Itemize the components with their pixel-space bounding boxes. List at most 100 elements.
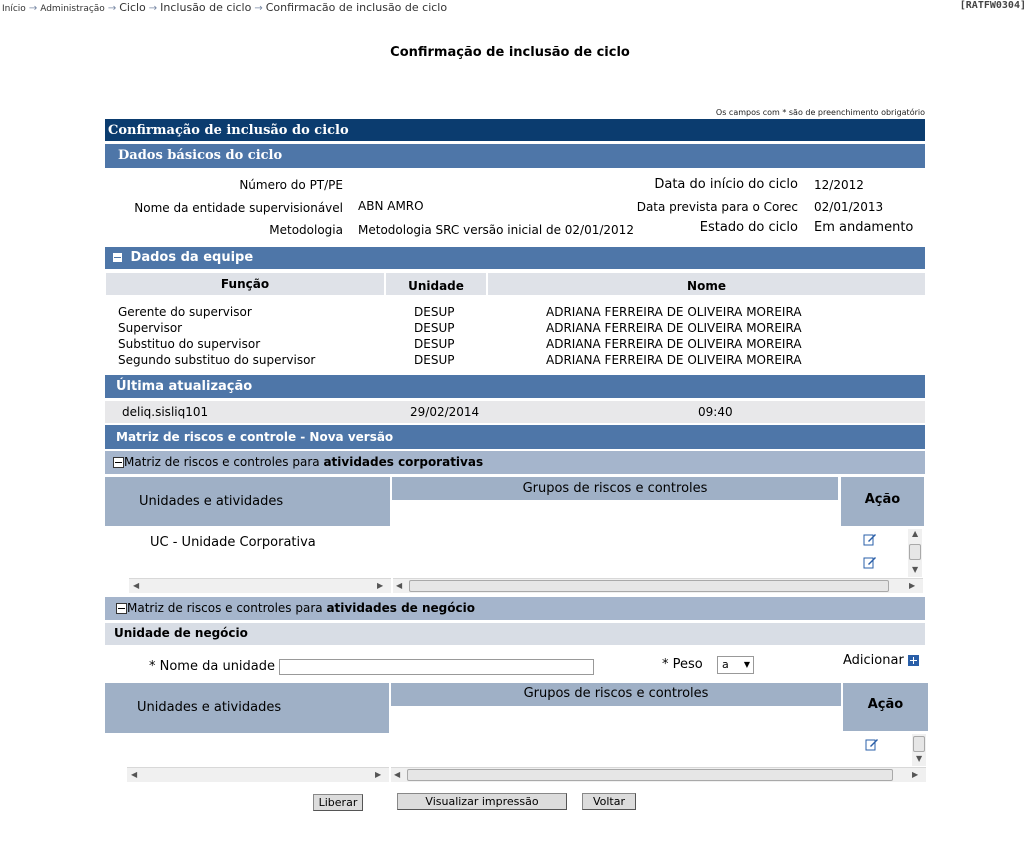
liberar-button[interactable]: Liberar	[313, 794, 363, 811]
team-nome: ADRIANA FERREIRA DE OLIVEIRA MOREIRA	[546, 353, 802, 367]
corp-title-prefix: Matriz de riscos e controles para	[124, 455, 324, 469]
numero-label: Número do PT/PE	[239, 178, 343, 192]
table-row: Gerente do supervisor DESUP ADRIANA FERR…	[118, 304, 918, 320]
unit-name-input[interactable]	[279, 659, 594, 675]
arrow-right-icon: →	[254, 3, 263, 14]
update-date: 29/02/2014	[410, 405, 480, 419]
team-header[interactable]: Dados da equipe	[105, 247, 925, 269]
update-header: Última atualização	[105, 375, 925, 398]
business-unit-title: Unidade de negócio	[114, 626, 248, 640]
business-title-bold: atividades de negócio	[326, 601, 475, 615]
team-funcao: Substituo do supervisor	[118, 337, 261, 351]
team-table-body: Gerente do supervisor DESUP ADRIANA FERR…	[118, 304, 918, 368]
corp-units-hscroll[interactable]: ◀ ▶	[129, 578, 391, 593]
corp-title-bold: atividades corporativas	[323, 455, 484, 469]
add-label: Adicionar	[843, 653, 904, 668]
business-title-prefix: Matriz de riscos e controles para	[127, 601, 327, 615]
metodologia-label: Metodologia	[269, 223, 343, 237]
collapse-icon[interactable]	[113, 253, 122, 262]
scroll-right-icon[interactable]: ▶	[375, 770, 381, 779]
team-funcao: Supervisor	[118, 321, 183, 335]
scroll-left-icon[interactable]: ◀	[133, 581, 139, 590]
matrix-title: Matriz de riscos e controle - Nova versã…	[116, 430, 394, 444]
team-nome: ADRIANA FERREIRA DE OLIVEIRA MOREIRA	[546, 337, 802, 351]
arrow-right-icon: →	[28, 3, 38, 14]
scroll-right-icon[interactable]: ▶	[912, 770, 918, 779]
collapse-icon[interactable]	[113, 457, 124, 468]
edit-icon[interactable]	[863, 555, 877, 569]
scroll-left-icon[interactable]: ◀	[396, 581, 402, 590]
update-user: deliq.sisliq101	[122, 405, 209, 419]
business-col-groups: Grupos de riscos e controles	[391, 683, 841, 706]
visualizar-impressao-button[interactable]: Visualizar impressão	[397, 793, 567, 810]
plus-icon[interactable]	[907, 655, 919, 666]
required-note: Os campos com * são de preenchimento obr…	[715, 108, 925, 117]
scroll-right-icon[interactable]: ▶	[377, 581, 383, 590]
breadcrumb-item-ciclo[interactable]: Ciclo	[119, 1, 146, 14]
team-unidade: DESUP	[414, 353, 455, 367]
scroll-thumb[interactable]	[407, 769, 893, 781]
corp-vertical-scrollbar[interactable]: ▲ ▼	[908, 529, 922, 577]
breadcrumb-item-inicio[interactable]: Início	[2, 4, 26, 14]
update-row: deliq.sisliq101 29/02/2014 09:40	[105, 401, 925, 423]
table-row: Segundo substituo do supervisor DESUP AD…	[118, 352, 918, 368]
breadcrumb-item-administracao[interactable]: Administração	[40, 4, 105, 14]
section-confirm-title: Confirmação de inclusão do ciclo	[108, 123, 349, 138]
entidade-value: ABN AMRO	[358, 199, 424, 213]
basic-data-title: Dados básicos do ciclo	[118, 148, 283, 163]
edit-icon[interactable]	[865, 737, 879, 751]
table-row: Supervisor DESUP ADRIANA FERREIRA DE OLI…	[118, 320, 918, 336]
team-title: Dados da equipe	[130, 250, 254, 265]
collapse-icon[interactable]	[116, 603, 127, 614]
unit-name-label: * Nome da unidade	[149, 659, 276, 674]
update-title: Última atualização	[116, 379, 253, 394]
edit-icon[interactable]	[863, 532, 877, 546]
corp-groups-hscroll[interactable]: ◀ ▶	[393, 578, 923, 593]
business-col-action: Ação	[843, 683, 928, 731]
corp-row-label: UC - Unidade Corporativa	[150, 535, 316, 550]
section-confirm-header: Confirmação de inclusão do ciclo	[105, 119, 925, 141]
business-vertical-scrollbar[interactable]: ▼	[912, 734, 926, 766]
matrix-header: Matriz de riscos e controle - Nova versã…	[105, 425, 925, 449]
team-funcao: Segundo substituo do supervisor	[118, 353, 316, 367]
scroll-right-icon[interactable]: ▶	[909, 581, 915, 590]
voltar-button[interactable]: Voltar	[582, 793, 636, 810]
team-unidade: DESUP	[414, 337, 455, 351]
corp-header[interactable]: Matriz de riscos e controles para ativid…	[105, 451, 925, 474]
inicio-label: Data do início do ciclo	[654, 177, 798, 192]
inicio-value: 12/2012	[814, 178, 864, 192]
business-units-hscroll[interactable]: ◀ ▶	[127, 767, 389, 782]
scroll-thumb[interactable]	[909, 544, 921, 560]
scroll-left-icon[interactable]: ◀	[394, 770, 400, 779]
business-header[interactable]: Matriz de riscos e controles para ativid…	[105, 597, 925, 620]
team-col-nome: Nome	[488, 273, 925, 295]
scroll-down-icon[interactable]: ▼	[912, 565, 918, 574]
team-unidade: DESUP	[414, 305, 455, 319]
corp-col-action: Ação	[841, 477, 924, 526]
team-funcao: Gerente do supervisor	[118, 305, 252, 319]
business-groups-hscroll[interactable]: ◀ ▶	[391, 767, 926, 782]
weight-label: * Peso	[662, 657, 703, 672]
corec-label: Data prevista para o Corec	[636, 200, 798, 214]
estado-label: Estado do ciclo	[699, 220, 798, 235]
scroll-up-icon[interactable]: ▲	[912, 529, 918, 538]
scroll-down-icon[interactable]: ▼	[916, 754, 922, 763]
breadcrumb: Início → Administração → Ciclo → Inclusão de c…	[2, 1, 447, 14]
update-time: 09:40	[698, 405, 733, 419]
weight-select[interactable]: a ▼	[717, 656, 754, 674]
screen-id: [RATFW0304]	[959, 0, 1026, 11]
scroll-thumb[interactable]	[913, 736, 925, 752]
breadcrumb-item-inclusao[interactable]: Inclusão de ciclo	[160, 1, 251, 14]
team-nome: ADRIANA FERREIRA DE OLIVEIRA MOREIRA	[546, 321, 802, 335]
business-col-units: Unidades e atividades	[105, 683, 389, 733]
chevron-down-icon: ▼	[743, 660, 750, 669]
scroll-left-icon[interactable]: ◀	[131, 770, 137, 779]
estado-value: Em andamento	[814, 220, 914, 235]
breadcrumb-item-current: Confirmacão de inclusão de ciclo	[265, 1, 448, 14]
add-button[interactable]: Adicionar	[843, 653, 919, 668]
entidade-label: Nome da entidade supervisionável	[134, 201, 343, 215]
team-col-funcao: Função	[106, 273, 384, 295]
corp-col-groups: Grupos de riscos e controles	[392, 477, 838, 500]
scroll-thumb[interactable]	[409, 580, 889, 592]
weight-value: a	[722, 658, 729, 671]
